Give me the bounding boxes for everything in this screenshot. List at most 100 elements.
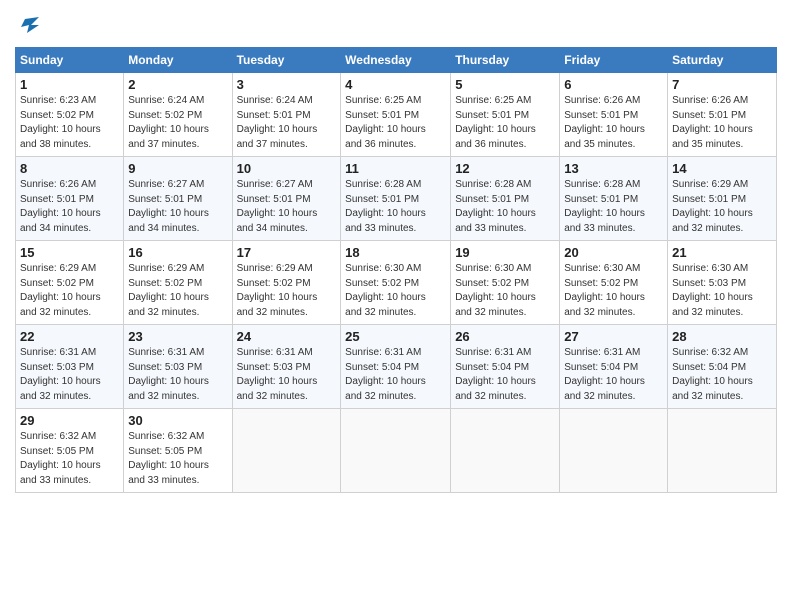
day-info: Sunrise: 6:31 AM Sunset: 5:03 PM Dayligh…: [128, 346, 227, 404]
day-number: 24: [237, 329, 337, 344]
day-info: Sunrise: 6:25 AM Sunset: 5:01 PM Dayligh…: [345, 94, 446, 152]
day-number: 25: [345, 329, 446, 344]
logo: [15, 15, 39, 37]
calendar-cell: 6Sunrise: 6:26 AM Sunset: 5:01 PM Daylig…: [560, 73, 668, 157]
calendar-cell: 11 Sunrise: 6:28 AM Sunset: 5:01 PM Dayli…: [341, 157, 451, 241]
calendar-cell: 24 Sunrise: 6:31 AM Sunset: 5:03 PM Dayli…: [232, 325, 341, 409]
calendar-cell: 3 Sunrise: 6:24 AM Sunset: 5:01 PM Daylig…: [232, 73, 341, 157]
page-container: SundayMondayTuesdayWednesdayThursdayFrid…: [0, 0, 792, 612]
calendar-cell: 28 Sunrise: 6:32 AM Sunset: 5:04 PM Dayli…: [668, 325, 777, 409]
day-info: Sunrise: 6:31 AM Sunset: 5:04 PM Dayligh…: [564, 346, 663, 404]
calendar-week-row: 29 Sunrise: 6:32 AM Sunset: 5:05 PM Dayli…: [16, 409, 777, 493]
day-info: Sunrise: 6:25 AM Sunset: 5:01 PM Dayligh…: [455, 94, 555, 152]
calendar-cell: 2 Sunrise: 6:24 AM Sunset: 5:02 PM Daylig…: [124, 73, 232, 157]
day-info: Sunrise: 6:29 AM Sunset: 5:02 PM Dayligh…: [20, 262, 119, 320]
day-number: 28: [672, 329, 772, 344]
day-number: 2: [128, 77, 227, 92]
day-number: 3: [237, 77, 337, 92]
day-info: Sunrise: 6:28 AM Sunset: 5:01 PM Dayligh…: [345, 178, 446, 236]
calendar-cell: [668, 409, 777, 493]
day-info: Sunrise: 6:24 AM Sunset: 5:01 PM Dayligh…: [237, 94, 337, 152]
day-info: Sunrise: 6:31 AM Sunset: 5:04 PM Dayligh…: [455, 346, 555, 404]
calendar-cell: 5 Sunrise: 6:25 AM Sunset: 5:01 PM Daylig…: [451, 73, 560, 157]
calendar-cell: 15 Sunrise: 6:29 AM Sunset: 5:02 PM Dayli…: [16, 241, 124, 325]
weekday-header-saturday: Saturday: [668, 48, 777, 73]
weekday-header-wednesday: Wednesday: [341, 48, 451, 73]
calendar-cell: 20 Sunrise: 6:30 AM Sunset: 5:02 PM Dayli…: [560, 241, 668, 325]
calendar-table: SundayMondayTuesdayWednesdayThursdayFrid…: [15, 47, 777, 493]
day-number: 23: [128, 329, 227, 344]
day-info: Sunrise: 6:32 AM Sunset: 5:04 PM Dayligh…: [672, 346, 772, 404]
day-number: 21: [672, 245, 772, 260]
weekday-header-friday: Friday: [560, 48, 668, 73]
day-info: Sunrise: 6:26 AM Sunset: 5:01 PM Dayligh…: [672, 94, 772, 152]
logo-bird-icon: [17, 15, 39, 37]
calendar-cell: 4 Sunrise: 6:25 AM Sunset: 5:01 PM Daylig…: [341, 73, 451, 157]
day-info: Sunrise: 6:30 AM Sunset: 5:02 PM Dayligh…: [345, 262, 446, 320]
calendar-cell: 25 Sunrise: 6:31 AM Sunset: 5:04 PM Dayli…: [341, 325, 451, 409]
day-info: Sunrise: 6:28 AM Sunset: 5:01 PM Dayligh…: [455, 178, 555, 236]
day-number: 1: [20, 77, 119, 92]
day-number: 12: [455, 161, 555, 176]
day-info: Sunrise: 6:26 AM Sunset: 5:01 PM Dayligh…: [564, 94, 663, 152]
day-number: 4: [345, 77, 446, 92]
day-info: Sunrise: 6:31 AM Sunset: 5:04 PM Dayligh…: [345, 346, 446, 404]
day-number: 22: [20, 329, 119, 344]
day-number: 18: [345, 245, 446, 260]
calendar-cell: 12 Sunrise: 6:28 AM Sunset: 5:01 PM Dayli…: [451, 157, 560, 241]
day-number: 11: [345, 161, 446, 176]
calendar-week-row: 15 Sunrise: 6:29 AM Sunset: 5:02 PM Dayli…: [16, 241, 777, 325]
weekday-header-thursday: Thursday: [451, 48, 560, 73]
calendar-cell: 30Sunrise: 6:32 AM Sunset: 5:05 PM Dayli…: [124, 409, 232, 493]
day-number: 14: [672, 161, 772, 176]
day-info: Sunrise: 6:30 AM Sunset: 5:03 PM Dayligh…: [672, 262, 772, 320]
day-info: Sunrise: 6:29 AM Sunset: 5:02 PM Dayligh…: [237, 262, 337, 320]
calendar-week-row: 22 Sunrise: 6:31 AM Sunset: 5:03 PM Dayli…: [16, 325, 777, 409]
day-number: 7: [672, 77, 772, 92]
calendar-cell: 1 Sunrise: 6:23 AM Sunset: 5:02 PM Daylig…: [16, 73, 124, 157]
weekday-header-monday: Monday: [124, 48, 232, 73]
day-info: Sunrise: 6:30 AM Sunset: 5:02 PM Dayligh…: [455, 262, 555, 320]
day-number: 29: [20, 413, 119, 428]
calendar-cell: 13Sunrise: 6:28 AM Sunset: 5:01 PM Dayli…: [560, 157, 668, 241]
calendar-cell: [451, 409, 560, 493]
day-info: Sunrise: 6:29 AM Sunset: 5:02 PM Dayligh…: [128, 262, 227, 320]
day-info: Sunrise: 6:23 AM Sunset: 5:02 PM Dayligh…: [20, 94, 119, 152]
day-info: Sunrise: 6:27 AM Sunset: 5:01 PM Dayligh…: [237, 178, 337, 236]
day-number: 30: [128, 413, 227, 428]
calendar-cell: 16 Sunrise: 6:29 AM Sunset: 5:02 PM Dayli…: [124, 241, 232, 325]
day-number: 16: [128, 245, 227, 260]
weekday-header-sunday: Sunday: [16, 48, 124, 73]
day-info: Sunrise: 6:32 AM Sunset: 5:05 PM Dayligh…: [20, 430, 119, 488]
calendar-cell: 10 Sunrise: 6:27 AM Sunset: 5:01 PM Dayli…: [232, 157, 341, 241]
day-number: 20: [564, 245, 663, 260]
calendar-cell: [341, 409, 451, 493]
day-number: 8: [20, 161, 119, 176]
day-number: 26: [455, 329, 555, 344]
day-number: 19: [455, 245, 555, 260]
day-info: Sunrise: 6:24 AM Sunset: 5:02 PM Dayligh…: [128, 94, 227, 152]
calendar-week-row: 8 Sunrise: 6:26 AM Sunset: 5:01 PM Daylig…: [16, 157, 777, 241]
calendar-cell: [560, 409, 668, 493]
calendar-cell: 22 Sunrise: 6:31 AM Sunset: 5:03 PM Dayli…: [16, 325, 124, 409]
calendar-week-row: 1 Sunrise: 6:23 AM Sunset: 5:02 PM Daylig…: [16, 73, 777, 157]
calendar-cell: 14 Sunrise: 6:29 AM Sunset: 5:01 PM Dayli…: [668, 157, 777, 241]
day-number: 17: [237, 245, 337, 260]
day-number: 5: [455, 77, 555, 92]
calendar-cell: 29 Sunrise: 6:32 AM Sunset: 5:05 PM Dayli…: [16, 409, 124, 493]
day-info: Sunrise: 6:30 AM Sunset: 5:02 PM Dayligh…: [564, 262, 663, 320]
calendar-cell: 18 Sunrise: 6:30 AM Sunset: 5:02 PM Dayli…: [341, 241, 451, 325]
day-info: Sunrise: 6:29 AM Sunset: 5:01 PM Dayligh…: [672, 178, 772, 236]
day-info: Sunrise: 6:31 AM Sunset: 5:03 PM Dayligh…: [20, 346, 119, 404]
day-number: 10: [237, 161, 337, 176]
day-info: Sunrise: 6:27 AM Sunset: 5:01 PM Dayligh…: [128, 178, 227, 236]
calendar-cell: 7 Sunrise: 6:26 AM Sunset: 5:01 PM Daylig…: [668, 73, 777, 157]
day-number: 9: [128, 161, 227, 176]
day-number: 27: [564, 329, 663, 344]
day-info: Sunrise: 6:26 AM Sunset: 5:01 PM Dayligh…: [20, 178, 119, 236]
day-info: Sunrise: 6:31 AM Sunset: 5:03 PM Dayligh…: [237, 346, 337, 404]
calendar-header-row: SundayMondayTuesdayWednesdayThursdayFrid…: [16, 48, 777, 73]
header: [15, 15, 777, 37]
calendar-cell: 26 Sunrise: 6:31 AM Sunset: 5:04 PM Dayli…: [451, 325, 560, 409]
day-number: 15: [20, 245, 119, 260]
